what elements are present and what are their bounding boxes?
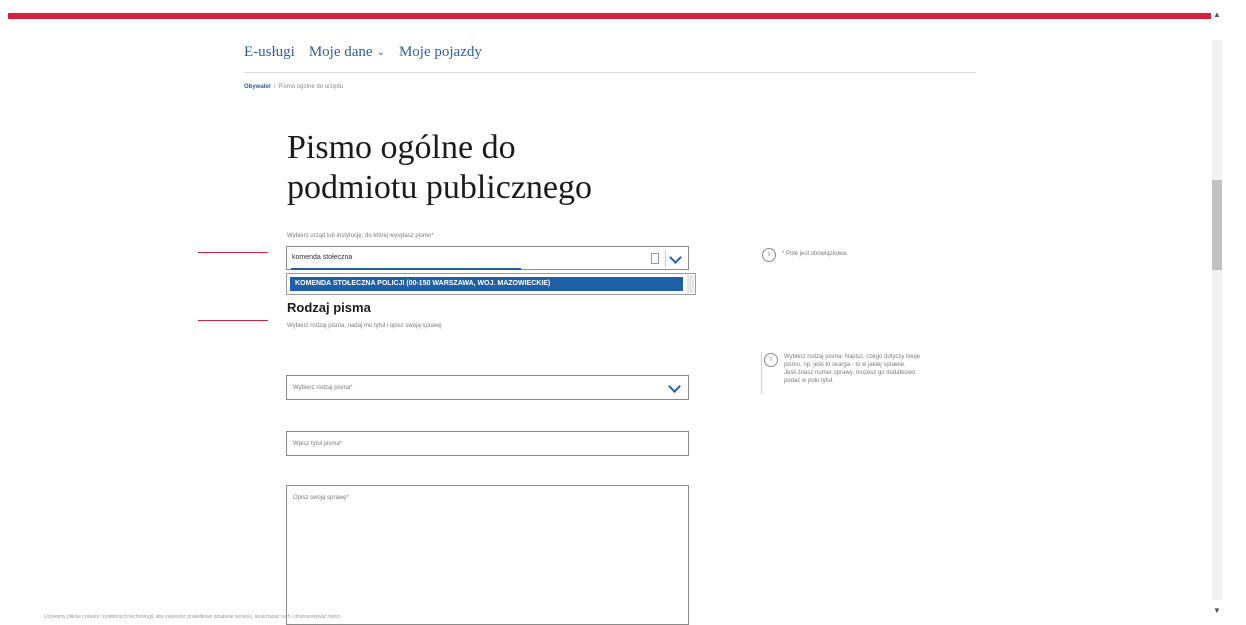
letter-title-input[interactable]: Wpisz tytuł pisma* [286,431,689,456]
main-nav: E-usługi Moje dane ⌄ Moje pojazdy [244,44,482,61]
nav-label: E-usługi [244,44,295,60]
clear-icon[interactable] [651,253,659,264]
nav-label: Moje dane [308,44,373,60]
hint-line: Wybierz rodzaj pisma. Napisz, czego doty… [784,354,920,360]
cookie-notice: Używamy plików cookies i podobnych techn… [44,614,342,620]
chevron-down-icon[interactable] [669,251,682,264]
info-icon: i [762,248,776,262]
step-marker [198,320,268,321]
letter-type-info: i Wybierz rodzaj pisma. Napisz, czego do… [764,353,979,385]
recipient-input-value[interactable]: komenda stołeczna [292,254,352,261]
nav-item-moje-pojazdy[interactable]: Moje pojazdy [399,44,482,61]
hint-line: pismo, np. jeśli to skarga - to w jakiej… [784,362,906,368]
breadcrumb-current: Pismo ogólne do urzędu [278,84,344,90]
select-placeholder: Wybierz rodzaj pisma* [293,385,353,391]
nav-item-e-uslugi[interactable]: E-usługi [244,44,295,61]
chevron-down-icon[interactable] [668,380,681,393]
suggestion-option[interactable]: KOMENDA STOŁECZNA POLICJI (00-150 WARSZA… [290,277,683,291]
recipient-label: Wybierz urząd lub instytucję, do której … [287,233,434,239]
page-title-line-2: podmiotu publicznego [287,169,593,206]
required-note: * Pole jest obowiązkowe. [782,251,849,257]
scroll-track[interactable] [1212,40,1222,600]
page-scrollbar[interactable]: ▲ ▼ [1212,0,1246,619]
input-focus-underline [291,268,521,270]
step-marker [198,252,268,253]
letter-type-select[interactable]: Wybierz rodzaj pisma* [286,375,689,400]
required-info: i * Pole jest obowiązkowe. [762,248,848,262]
info-icon: i [764,353,778,367]
scroll-down-icon[interactable]: ▼ [1213,606,1221,615]
nav-divider [244,72,976,73]
chevron-down-icon: ⌄ [376,47,385,58]
nav-item-moje-dane[interactable]: Moje dane ⌄ [309,44,385,61]
breadcrumb-separator: / [273,84,276,90]
recipient-suggestions: KOMENDA STOŁECZNA POLICJI (00-150 WARSZA… [286,273,696,295]
letter-type-description: Wybierz rodzaj pisma, nadaj mu tytuł i o… [287,323,442,329]
hint-line: Jeśli znasz numer sprawy, możesz go doda… [784,370,916,376]
page-title-line-1: Pismo ogólne do [287,129,516,166]
info-divider [761,352,762,394]
top-accent-bar [8,13,1211,19]
page-title: Pismo ogólne do podmiotu publicznego [287,128,727,208]
hint-line: podać w polu tytuł. [784,378,834,384]
description-placeholder: Opisz swoją sprawę* [293,495,349,501]
letter-type-hint: Wybierz rodzaj pisma. Napisz, czego doty… [784,353,920,385]
nav-label: Moje pojazdy [398,44,482,60]
scroll-thumb[interactable] [1212,180,1222,270]
title-placeholder: Wpisz tytuł pisma* [293,441,343,447]
suggestions-scrollbar[interactable] [687,275,694,293]
case-description-textarea[interactable]: Opisz swoją sprawę* [286,485,689,625]
recipient-combobox[interactable]: komenda stołeczna [286,246,689,270]
combo-separator [665,250,666,267]
breadcrumb-home-link[interactable]: Obywatel [244,84,271,90]
scroll-up-icon[interactable]: ▲ [1213,10,1221,19]
letter-type-heading: Rodzaj pisma [287,300,371,315]
breadcrumb: Obywatel / Pismo ogólne do urzędu [244,84,343,90]
